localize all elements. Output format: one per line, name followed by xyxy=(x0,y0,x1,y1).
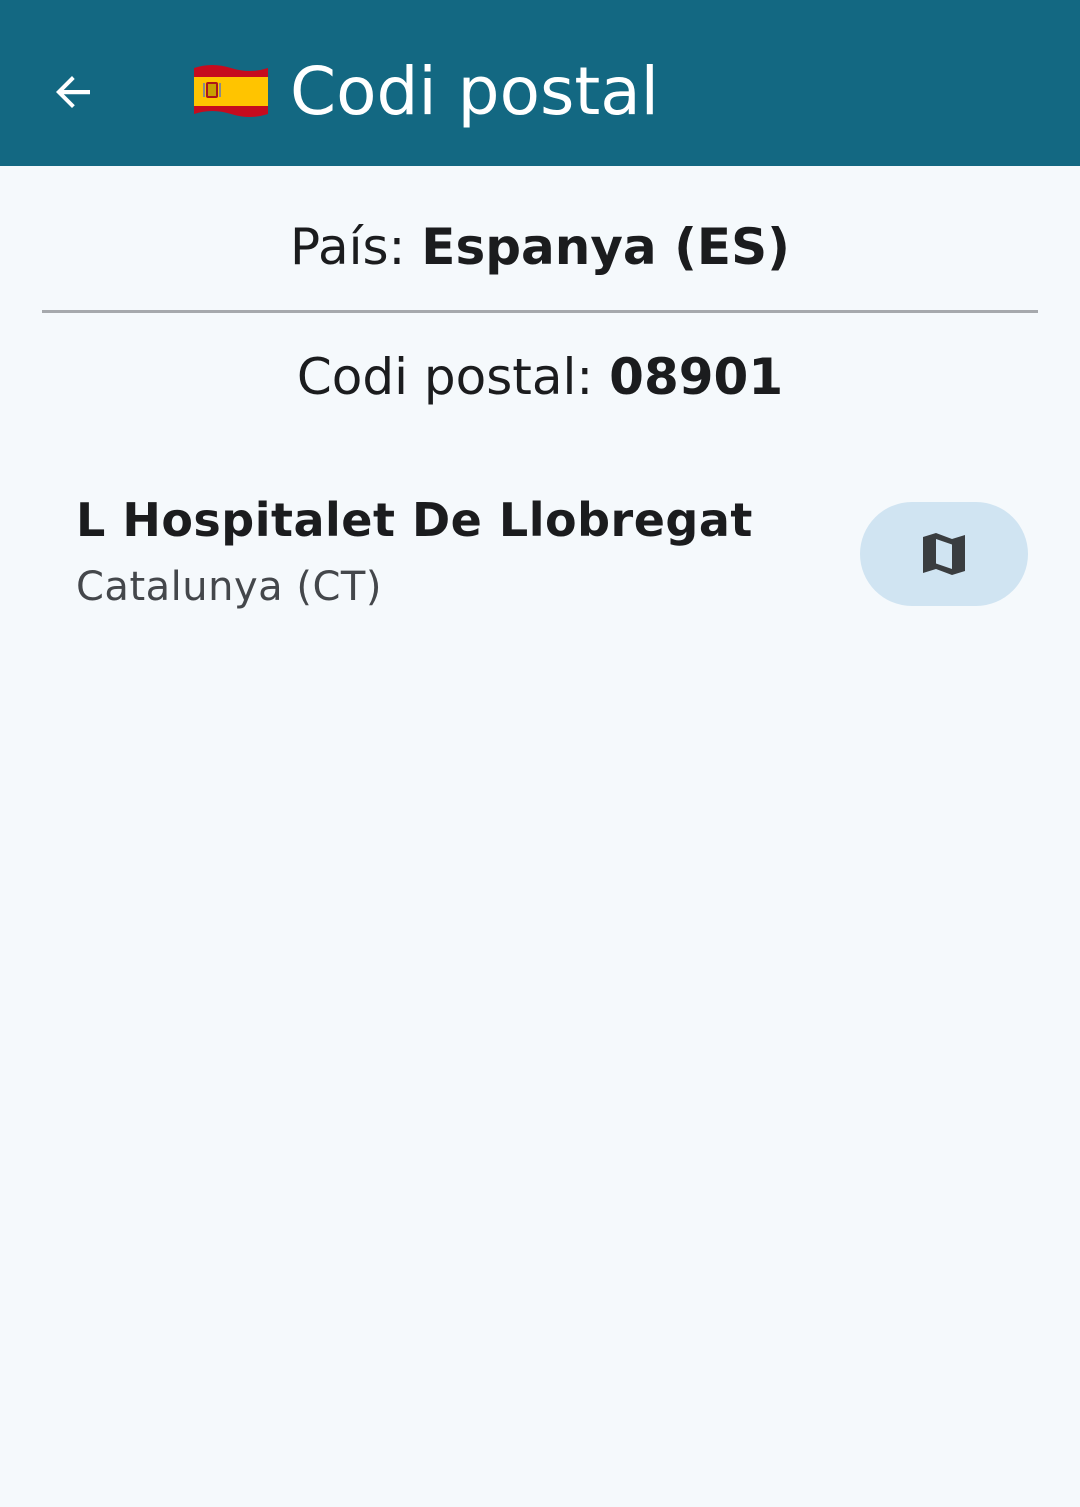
postal-code-label: Codi postal: xyxy=(296,348,594,406)
country-row: País: Espanya (ES) xyxy=(0,212,1080,282)
list-item: L Hospitalet De Llobregat Catalunya (CT) xyxy=(0,470,1080,640)
country-value: Espanya (ES) xyxy=(421,218,790,276)
arrow-back-icon xyxy=(56,76,90,108)
back-button[interactable] xyxy=(38,56,110,128)
city-name: L Hospitalet De Llobregat xyxy=(76,493,753,547)
region-name: Catalunya (CT) xyxy=(76,564,382,610)
country-label: País: xyxy=(290,218,406,276)
divider xyxy=(42,310,1038,313)
spain-flag-icon xyxy=(194,65,268,117)
map-icon xyxy=(923,533,965,575)
page-title: Codi postal xyxy=(290,53,659,130)
map-button[interactable] xyxy=(860,502,1028,606)
app-bar: Codi postal xyxy=(0,0,1080,166)
postal-code-row: Codi postal: 08901 xyxy=(0,342,1080,412)
postal-code-value: 08901 xyxy=(609,348,784,406)
